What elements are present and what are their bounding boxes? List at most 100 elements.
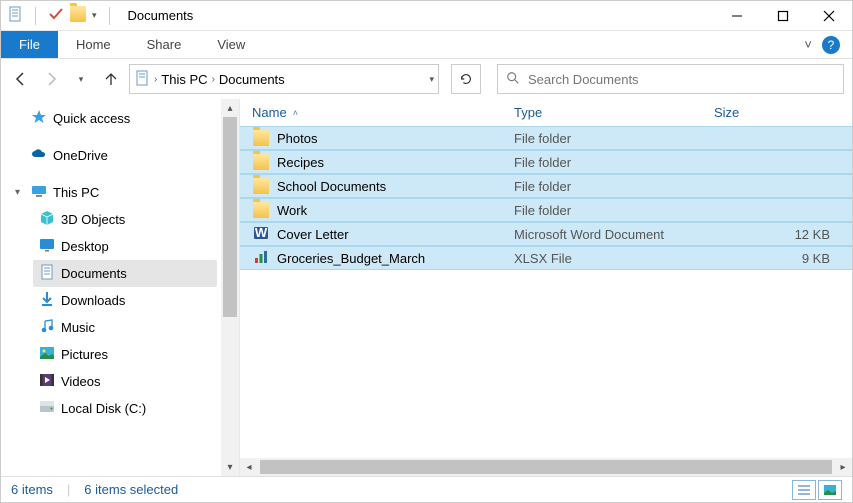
- up-button[interactable]: [99, 67, 123, 91]
- folder-icon: [253, 178, 269, 194]
- file-size: 9 KB: [714, 251, 848, 266]
- ribbon-expand-icon[interactable]: ˅: [804, 37, 812, 52]
- sidebar-item-label: Desktop: [61, 239, 109, 254]
- chevron-down-icon[interactable]: ▾: [15, 187, 25, 198]
- scroll-left-icon[interactable]: ◂: [240, 462, 258, 473]
- sidebar-item-label: Documents: [61, 266, 127, 281]
- sidebar-item-quick-access[interactable]: Quick access: [9, 105, 217, 132]
- sidebar-item-label: Pictures: [61, 347, 108, 362]
- file-row[interactable]: WCover LetterMicrosoft Word Document12 K…: [240, 222, 852, 246]
- content-pane: Name ˄ Type Size PhotosFile folderRecipe…: [239, 99, 852, 476]
- location-document-icon: [134, 70, 150, 89]
- music-icon: [39, 318, 55, 337]
- sidebar-item-pictures[interactable]: Pictures: [33, 341, 217, 368]
- navigation-pane: Quick access OneDrive ▾ This PC: [1, 99, 239, 476]
- file-row[interactable]: Groceries_Budget_MarchXLSX File9 KB: [240, 246, 852, 270]
- tab-file[interactable]: File: [1, 31, 58, 58]
- breadcrumb-this-pc[interactable]: This PC: [161, 72, 207, 87]
- quick-access-toolbar: ▾: [1, 6, 122, 25]
- sidebar-item-desktop[interactable]: Desktop: [33, 233, 217, 260]
- sidebar-item-this-pc[interactable]: ▾ This PC: [9, 179, 217, 206]
- star-icon: [31, 109, 47, 128]
- sidebar-item-label: OneDrive: [53, 148, 108, 163]
- search-input[interactable]: [528, 72, 835, 87]
- column-label: Name: [252, 105, 287, 120]
- sidebar-item-videos[interactable]: Videos: [33, 368, 217, 395]
- scroll-right-icon[interactable]: ▸: [834, 462, 852, 473]
- close-button[interactable]: [806, 1, 852, 31]
- properties-icon[interactable]: [48, 6, 64, 25]
- recent-locations-button[interactable]: ▾: [69, 67, 93, 91]
- sidebar-item-3d-objects[interactable]: 3D Objects: [33, 206, 217, 233]
- file-type: File folder: [514, 179, 714, 194]
- download-icon: [39, 291, 55, 310]
- sidebar-item-label: Quick access: [53, 111, 130, 126]
- sidebar-item-music[interactable]: Music: [33, 314, 217, 341]
- view-details-button[interactable]: [792, 480, 816, 500]
- sidebar-item-label: 3D Objects: [61, 212, 125, 227]
- chevron-right-icon[interactable]: ›: [212, 74, 215, 85]
- video-icon: [39, 372, 55, 391]
- picture-icon: [39, 345, 55, 364]
- sidebar-item-onedrive[interactable]: OneDrive: [9, 142, 217, 169]
- view-large-icons-button[interactable]: [818, 480, 842, 500]
- file-name: School Documents: [277, 179, 386, 194]
- file-name: Work: [277, 203, 307, 218]
- file-type: File folder: [514, 203, 714, 218]
- sidebar-item-local-disk[interactable]: Local Disk (C:): [33, 395, 217, 422]
- help-icon[interactable]: ?: [822, 36, 840, 54]
- sidebar-item-documents[interactable]: Documents: [33, 260, 217, 287]
- word-icon: W: [253, 225, 269, 244]
- file-row[interactable]: School Documents File folder: [240, 174, 852, 198]
- file-row[interactable]: RecipesFile folder: [240, 150, 852, 174]
- scroll-down-icon[interactable]: ▾: [221, 458, 239, 476]
- minimize-button[interactable]: [714, 1, 760, 31]
- desktop-icon: [39, 237, 55, 256]
- status-item-count: 6 items: [11, 482, 53, 497]
- folder-icon: [253, 202, 269, 218]
- address-dropdown-icon[interactable]: ▾: [429, 74, 434, 85]
- chevron-right-icon[interactable]: ›: [154, 74, 157, 85]
- sidebar-item-label: Local Disk (C:): [61, 401, 146, 416]
- tab-view[interactable]: View: [199, 31, 263, 58]
- nav-scrollbar[interactable]: ▴ ▾: [221, 99, 239, 476]
- sidebar-item-label: Videos: [61, 374, 101, 389]
- sidebar-item-label: Music: [61, 320, 95, 335]
- computer-icon: [31, 183, 47, 202]
- column-header-name[interactable]: Name ˄: [244, 105, 514, 120]
- column-header-type[interactable]: Type: [514, 105, 714, 120]
- back-button[interactable]: [9, 67, 33, 91]
- file-list[interactable]: PhotosFile folderRecipesFile folderSchoo…: [240, 126, 852, 458]
- ribbon-tabs: File Home Share View ˅ ?: [1, 31, 852, 59]
- tab-home[interactable]: Home: [58, 31, 129, 58]
- breadcrumb-documents[interactable]: Documents: [219, 72, 285, 87]
- forward-button[interactable]: [39, 67, 63, 91]
- content-horizontal-scrollbar[interactable]: ◂ ▸: [240, 458, 852, 476]
- file-type: Microsoft Word Document: [514, 227, 714, 242]
- file-name: Photos: [277, 131, 317, 146]
- qat-dropdown-icon[interactable]: ▾: [92, 10, 97, 21]
- status-selected-count: 6 items selected: [84, 482, 178, 497]
- tab-share[interactable]: Share: [129, 31, 200, 58]
- drive-icon: [39, 399, 55, 418]
- scrollbar-thumb[interactable]: [260, 460, 832, 474]
- search-box[interactable]: [497, 64, 844, 94]
- address-bar[interactable]: › This PC › Documents ▾: [129, 64, 439, 94]
- search-icon: [506, 71, 520, 88]
- file-row[interactable]: PhotosFile folder: [240, 126, 852, 150]
- file-type: XLSX File: [514, 251, 714, 266]
- document-icon: [39, 264, 55, 283]
- folder-icon: [253, 130, 269, 146]
- maximize-button[interactable]: [760, 1, 806, 31]
- document-icon[interactable]: [7, 6, 23, 25]
- sidebar-item-downloads[interactable]: Downloads: [33, 287, 217, 314]
- navigation-bar: ▾ › This PC › Documents ▾: [1, 59, 852, 99]
- file-row[interactable]: Work File folder: [240, 198, 852, 222]
- scrollbar-thumb[interactable]: [223, 117, 237, 317]
- file-type: File folder: [514, 155, 714, 170]
- folder-icon[interactable]: [70, 6, 86, 25]
- scroll-up-icon[interactable]: ▴: [221, 99, 239, 117]
- column-header-size[interactable]: Size: [714, 105, 848, 120]
- refresh-button[interactable]: [451, 64, 481, 94]
- sort-ascending-icon: ˄: [293, 108, 298, 118]
